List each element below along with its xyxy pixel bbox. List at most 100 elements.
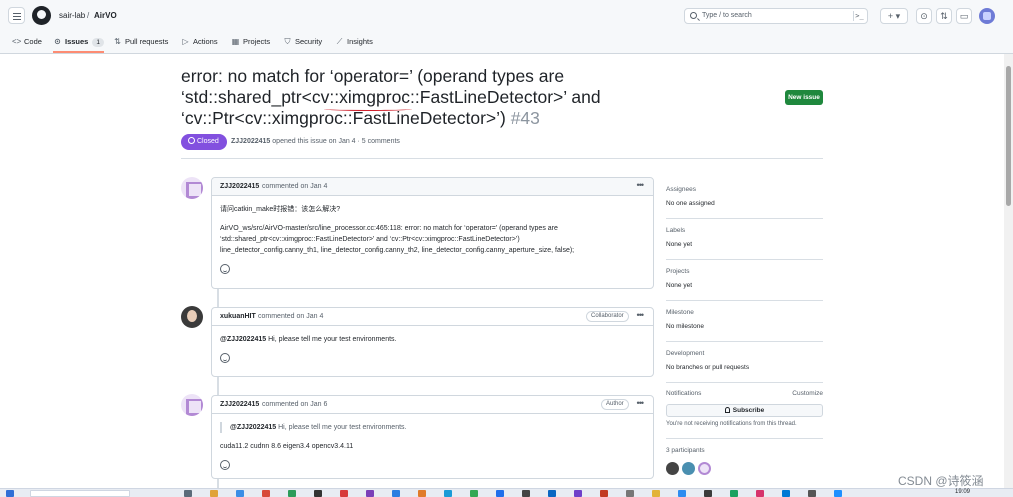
taskbar-app-icon[interactable] xyxy=(730,490,738,497)
sidebar-divider xyxy=(666,382,823,383)
issue-meta-text: opened this issue on Jan 4 · 5 comments xyxy=(272,138,400,145)
sidebar-divider xyxy=(666,300,823,301)
comment-body: 请问catkin_make时报错：该怎么解决? AirVO_ws/src/Air… xyxy=(212,196,653,286)
table-icon: ▦ xyxy=(231,37,240,46)
taskbar-app-icon[interactable] xyxy=(392,490,400,497)
comment-author[interactable]: ZJJ2022415 xyxy=(220,401,259,408)
sidebar-value: No branches or pull requests xyxy=(666,364,750,371)
scrollbar-thumb[interactable] xyxy=(1006,66,1011,206)
kebab-menu-icon[interactable]: ••• xyxy=(637,398,645,408)
avatar[interactable] xyxy=(181,306,203,328)
tab-security[interactable]: ⛉ Security xyxy=(283,32,323,53)
blockquote: @ZJJ2022415 Hi, please tell me your test… xyxy=(220,422,645,433)
comment-header: xukuanHIT commented on Jan 4 Collaborato… xyxy=(212,308,653,326)
sidebar-milestone[interactable]: Milestone No milestone xyxy=(666,309,823,330)
kebab-menu-icon[interactable]: ••• xyxy=(637,310,645,320)
smiley-icon[interactable] xyxy=(220,264,230,274)
tab-insights[interactable]: ⟋ Insights xyxy=(335,32,373,53)
taskbar-app-icon[interactable] xyxy=(548,490,556,497)
breadcrumb-repo[interactable]: AirVO xyxy=(94,11,117,20)
user-avatar[interactable] xyxy=(979,8,995,24)
breadcrumb-owner[interactable]: sair-lab xyxy=(59,11,85,20)
os-taskbar: 19:09 xyxy=(0,488,1013,497)
taskbar-search-input[interactable] xyxy=(30,490,130,497)
repo-nav: <> Code ⊙ Issues 1 ⇅ Pull requests ▷ Actions … xyxy=(0,32,1013,54)
collaborator-badge: Collaborator xyxy=(586,311,629,322)
mention-link[interactable]: @ZJJ2022415 xyxy=(220,336,266,343)
taskbar-app-icon[interactable] xyxy=(704,490,712,497)
taskbar-app-icon[interactable] xyxy=(184,490,192,497)
taskbar-app-icon[interactable] xyxy=(470,490,478,497)
sidebar-heading: Development xyxy=(666,350,705,357)
participant-avatar[interactable] xyxy=(666,462,679,475)
new-issue-button[interactable]: New issue xyxy=(785,90,823,105)
comment-date[interactable]: commented on Jan 6 xyxy=(262,401,327,408)
shield-icon: ⛉ xyxy=(284,37,291,46)
breadcrumb-separator: / xyxy=(87,11,90,20)
play-icon: ▷ xyxy=(182,37,189,46)
taskbar-app-icon[interactable] xyxy=(600,490,608,497)
comment-date[interactable]: commented on Jan 4 xyxy=(258,313,323,320)
sidebar-participants: 3 participants xyxy=(666,447,823,461)
github-logo-icon[interactable] xyxy=(32,6,51,25)
smiley-icon[interactable] xyxy=(220,353,230,363)
command-palette-icon[interactable]: >_ xyxy=(853,11,865,21)
taskbar-app-icon[interactable] xyxy=(340,490,348,497)
sidebar-assignees[interactable]: Assignees No one assigned xyxy=(666,186,823,207)
inbox-icon[interactable]: ▭ xyxy=(956,8,972,24)
participant-avatar[interactable] xyxy=(682,462,695,475)
taskbar-app-icon[interactable] xyxy=(418,490,426,497)
kebab-menu-icon[interactable]: ••• xyxy=(637,180,645,190)
git-pull-request-icon[interactable]: ⇅ xyxy=(936,8,952,24)
watermark: CSDN @诗筱涵 xyxy=(898,474,984,488)
scrollbar[interactable] xyxy=(1004,54,1013,488)
taskbar-app-icon[interactable] xyxy=(236,490,244,497)
taskbar-app-icon[interactable] xyxy=(782,490,790,497)
taskbar-app-icon[interactable] xyxy=(444,490,452,497)
customize-link[interactable]: Customize xyxy=(792,390,823,397)
taskbar-app-icon[interactable] xyxy=(574,490,582,497)
tab-pull-requests[interactable]: ⇅ Pull requests xyxy=(113,32,168,53)
tab-projects[interactable]: ▦ Projects xyxy=(231,32,270,53)
tab-actions[interactable]: ▷ Actions xyxy=(181,32,217,53)
sidebar-divider xyxy=(666,259,823,260)
sidebar-divider xyxy=(666,341,823,342)
taskbar-app-icon[interactable] xyxy=(756,490,764,497)
comment-text: AirVO_ws/src/AirVO-master/src/line_proce… xyxy=(220,225,558,232)
comment-author[interactable]: xukuanHIT xyxy=(220,313,256,320)
menu-icon[interactable] xyxy=(8,7,25,24)
comment-date[interactable]: commented on Jan 4 xyxy=(262,183,327,190)
taskbar-app-icon[interactable] xyxy=(522,490,530,497)
taskbar-app-icon[interactable] xyxy=(652,490,660,497)
taskbar-app-icon[interactable] xyxy=(808,490,816,497)
comment-author[interactable]: ZJJ2022415 xyxy=(220,183,259,190)
taskbar-app-icon[interactable] xyxy=(288,490,296,497)
subscribe-label: Subscribe xyxy=(732,407,765,414)
taskbar-app-icon[interactable] xyxy=(366,490,374,497)
taskbar-app-icon[interactable] xyxy=(262,490,270,497)
mention-link[interactable]: @ZJJ2022415 xyxy=(230,424,276,431)
issue-author-link[interactable]: ZJJ2022415 xyxy=(231,138,270,145)
taskbar-app-icon[interactable] xyxy=(210,490,218,497)
avatar[interactable] xyxy=(181,394,203,416)
sidebar-value: None yet xyxy=(666,282,693,289)
tab-issues[interactable]: ⊙ Issues 1 xyxy=(53,32,104,53)
start-icon[interactable] xyxy=(6,490,14,497)
issue-title-line-3: ‘cv::Ptr<cv::ximgproc::FastLineDetector>… xyxy=(181,108,506,128)
subscribe-button[interactable]: Subscribe xyxy=(666,404,823,417)
sidebar-development[interactable]: Development No branches or pull requests xyxy=(666,350,823,371)
taskbar-app-icon[interactable] xyxy=(496,490,504,497)
taskbar-app-icon[interactable] xyxy=(314,490,322,497)
sidebar-labels[interactable]: Labels None yet xyxy=(666,227,823,248)
tab-code[interactable]: <> Code xyxy=(12,32,42,53)
taskbar-app-icon[interactable] xyxy=(678,490,686,497)
create-new-button[interactable]: + ▾ xyxy=(880,8,908,24)
taskbar-app-icon[interactable] xyxy=(834,490,842,497)
participant-avatar[interactable] xyxy=(698,462,711,475)
smiley-icon[interactable] xyxy=(220,460,230,470)
issue-opened-icon[interactable]: ⊙ xyxy=(916,8,932,24)
avatar[interactable] xyxy=(181,177,203,199)
sidebar-projects[interactable]: Projects None yet xyxy=(666,268,823,289)
search-input[interactable]: Type / to search >_ xyxy=(684,8,868,24)
taskbar-app-icon[interactable] xyxy=(626,490,634,497)
